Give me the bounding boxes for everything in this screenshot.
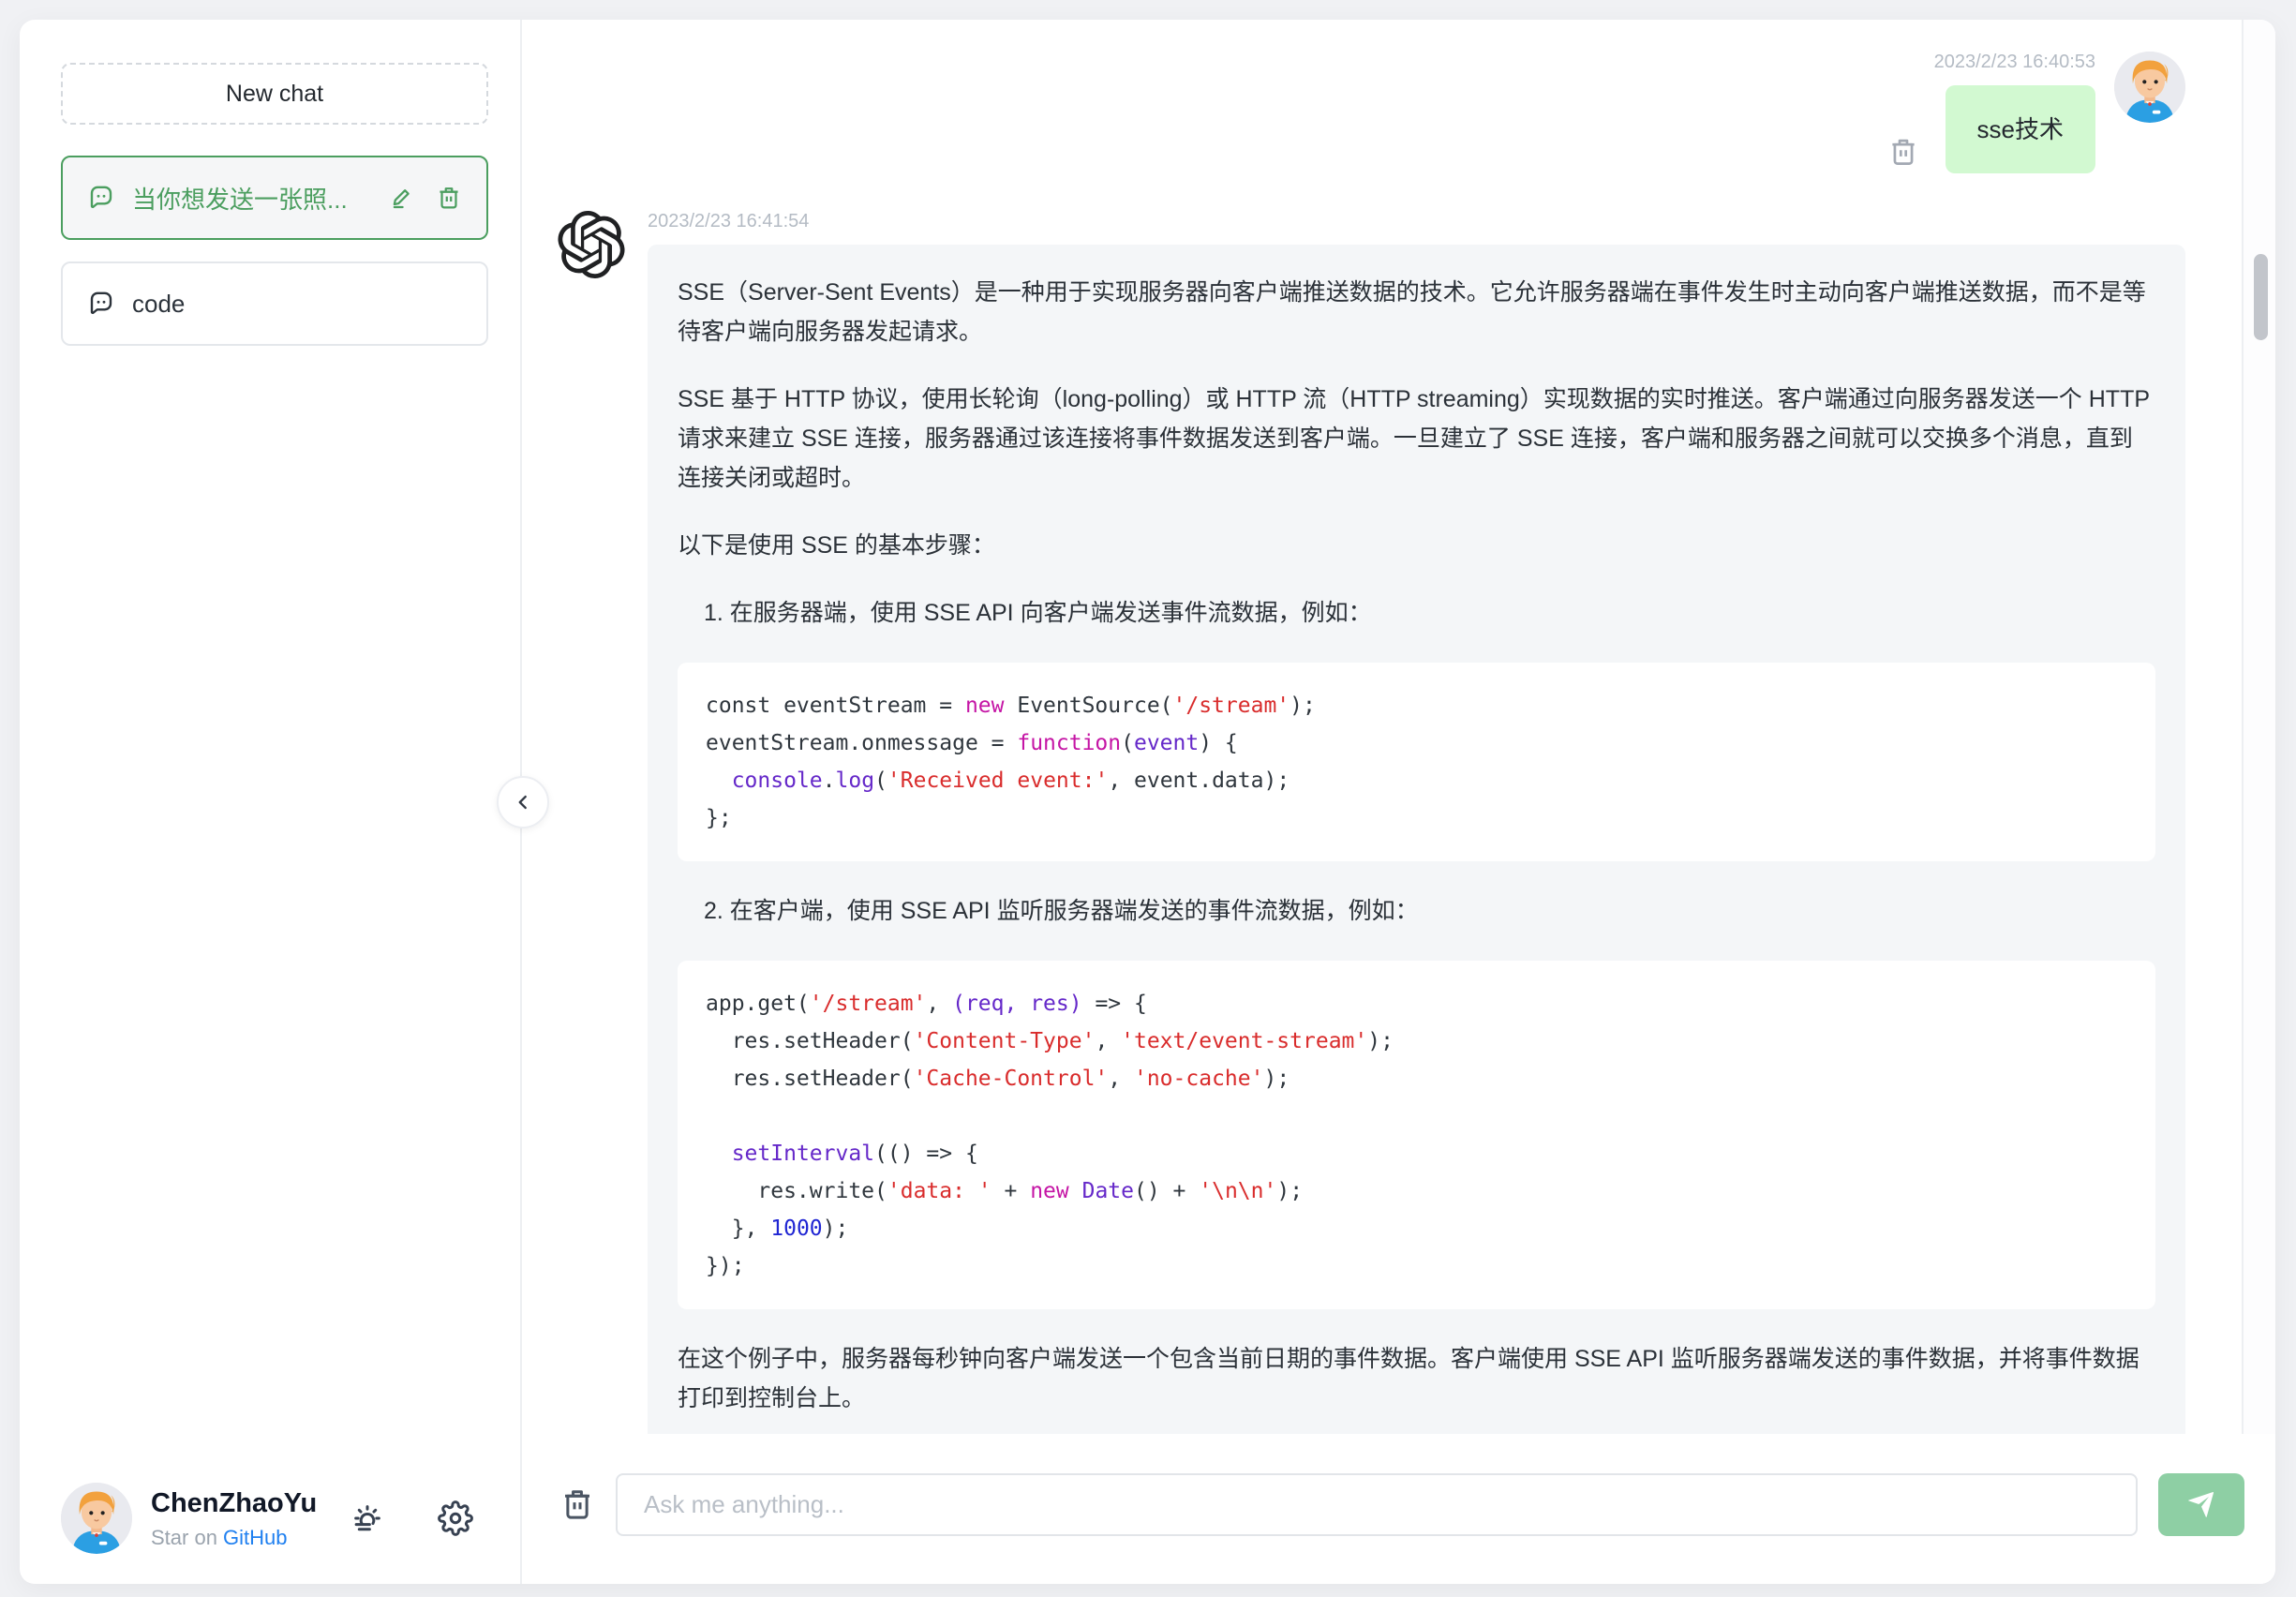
user-message-bubble: sse技术 xyxy=(1945,85,2095,173)
message-timestamp: 2023/2/23 16:41:54 xyxy=(648,211,810,231)
assistant-avatar xyxy=(558,211,629,1434)
chat-item-title: 当你想发送一张照... xyxy=(132,185,348,214)
trash-icon xyxy=(559,1486,595,1522)
chevron-left-icon xyxy=(511,790,535,814)
assistant-paragraph: SSE 基于 HTTP 协议，使用长轮询（long-polling）或 HTTP… xyxy=(678,386,2150,491)
assistant-list-item: 1. 在服务器端，使用 SSE API 向客户端发送事件流数据，例如： xyxy=(704,600,1372,626)
assistant-paragraph: SSE（Server-Sent Events）是一种用于实现服务器向客户端推送数… xyxy=(678,279,2146,345)
send-button[interactable] xyxy=(2158,1472,2244,1536)
sidebar-footer-icons xyxy=(350,1500,483,1536)
message-input[interactable] xyxy=(616,1472,2138,1536)
trash-icon xyxy=(1887,136,1919,168)
sidebar: New chat 当你想发送一张照... code ChenZhaoYu Sta… xyxy=(20,20,522,1584)
user-meta: ChenZhaoYu Star on GitHub xyxy=(151,1486,331,1550)
user-avatar xyxy=(2114,52,2185,123)
star-on-github: Star on GitHub xyxy=(151,1526,331,1550)
chat-bubble-icon xyxy=(87,290,115,318)
settings-button[interactable] xyxy=(438,1500,473,1536)
user-message: 2023/2/23 16:40:53 sse技术 xyxy=(558,52,2185,173)
main-chat-panel: 2023/2/23 16:40:53 sse技术 2023/2/23 16:41… xyxy=(522,20,2275,1584)
code-block: const eventStream = new EventSource('/st… xyxy=(678,663,2155,861)
theme-toggle-button[interactable] xyxy=(350,1500,385,1536)
gear-icon xyxy=(438,1500,473,1536)
star-prefix: Star on xyxy=(151,1526,224,1550)
chat-input-bar xyxy=(522,1434,2275,1584)
delete-icon[interactable] xyxy=(436,185,462,211)
user-name: ChenZhaoYu xyxy=(151,1487,318,1518)
assistant-message-bubble: SSE（Server-Sent Events）是一种用于实现服务器向客户端推送数… xyxy=(648,245,2185,1434)
assistant-message-body: SSE（Server-Sent Events）是一种用于实现服务器向客户端推送数… xyxy=(678,273,2155,1418)
message-list[interactable]: 2023/2/23 16:40:53 sse技术 2023/2/23 16:41… xyxy=(522,20,2275,1434)
sidebar-footer: ChenZhaoYu Star on GitHub xyxy=(61,1456,488,1584)
chat-history-list: 当你想发送一张照... code xyxy=(61,156,488,346)
sidebar-item-code-chat[interactable]: code xyxy=(61,261,488,346)
scrollbar-thumb[interactable] xyxy=(2254,254,2268,340)
edit-icon[interactable] xyxy=(389,185,415,211)
sun-theme-icon xyxy=(350,1500,385,1536)
message-timestamp: 2023/2/23 16:40:53 xyxy=(1933,52,2095,72)
app-window: New chat 当你想发送一张照... code ChenZhaoYu Sta… xyxy=(20,20,2275,1584)
sidebar-item-active-chat[interactable]: 当你想发送一张照... xyxy=(61,156,488,240)
clear-conversation-button[interactable] xyxy=(559,1486,595,1522)
user-avatar xyxy=(61,1483,132,1554)
assistant-message: 2023/2/23 16:41:54 SSE（Server-Sent Event… xyxy=(558,211,2185,1434)
code-block: app.get('/stream', (req, res) => { res.s… xyxy=(678,961,2155,1309)
paper-plane-icon xyxy=(2186,1489,2216,1519)
assistant-paragraph: 以下是使用 SSE 的基本步骤： xyxy=(678,532,995,559)
new-chat-button[interactable]: New chat xyxy=(61,63,488,125)
assistant-list-item: 2. 在客户端，使用 SSE API 监听服务器端发送的事件流数据，例如： xyxy=(704,898,1419,924)
github-link[interactable]: GitHub xyxy=(223,1526,287,1549)
delete-message-button[interactable] xyxy=(1887,136,1919,168)
openai-logo-icon xyxy=(558,211,625,278)
chat-item-title: code xyxy=(132,289,186,318)
assistant-paragraph: 在这个例子中，服务器每秒钟向客户端发送一个包含当前日期的事件数据。客户端使用 S… xyxy=(678,1346,2139,1411)
scrollbar-track[interactable] xyxy=(2242,20,2275,1434)
collapse-sidebar-button[interactable] xyxy=(497,776,549,828)
chat-bubble-icon xyxy=(87,184,115,212)
